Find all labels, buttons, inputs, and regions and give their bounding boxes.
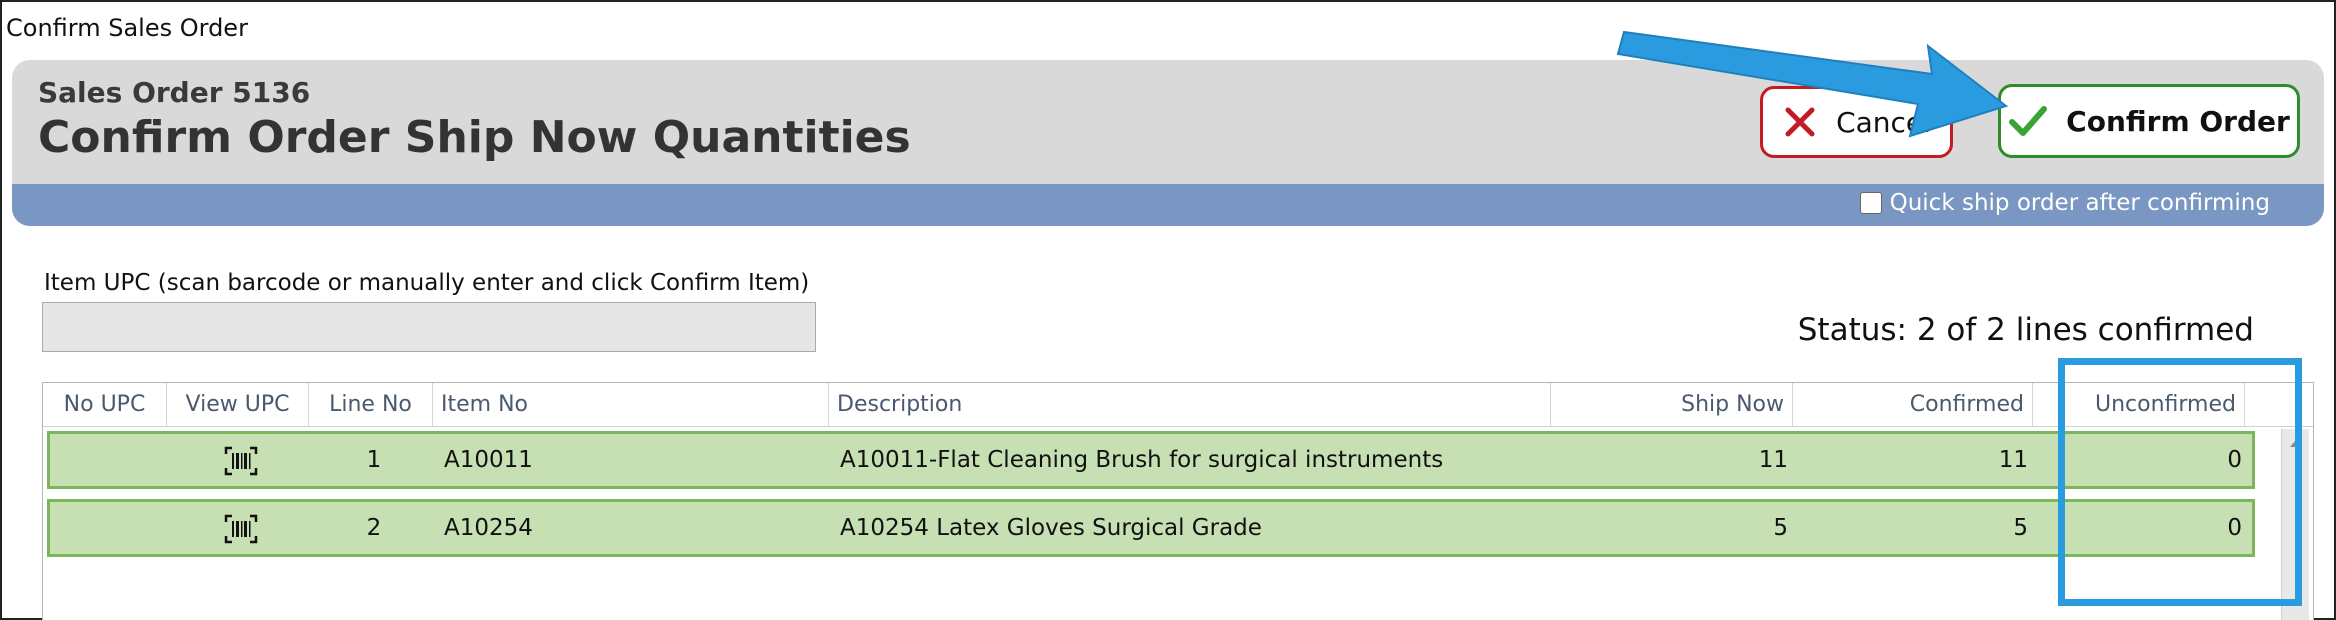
quick-ship-option[interactable]: Quick ship order after confirming bbox=[1859, 190, 2270, 216]
quick-ship-label: Quick ship order after confirming bbox=[1889, 190, 2270, 216]
x-icon bbox=[1785, 107, 1815, 137]
column-confirmed[interactable]: Confirmed bbox=[1793, 383, 2033, 427]
confirmed-cell: 11 bbox=[1998, 447, 2028, 473]
status-text: Status: 2 of 2 lines confirmed bbox=[1797, 312, 2254, 348]
upc-input[interactable] bbox=[42, 302, 816, 352]
column-no-upc[interactable]: No UPC bbox=[43, 383, 167, 427]
column-description[interactable]: Description bbox=[829, 383, 1551, 427]
view-upc-cell[interactable] bbox=[170, 434, 312, 486]
line-no-cell: 1 bbox=[366, 447, 382, 473]
dialog-window: Confirm Sales Order Sales Order 5136 Con… bbox=[0, 0, 2336, 620]
table-row[interactable]: 1 A10011 A10011-Flat Cleaning Brush for … bbox=[47, 431, 2255, 489]
description-cell: A10011-Flat Cleaning Brush for surgical … bbox=[840, 447, 1444, 473]
unconfirmed-highlight-annotation bbox=[2058, 358, 2302, 606]
barcode-icon[interactable] bbox=[224, 446, 258, 476]
upc-label: Item UPC (scan barcode or manually enter… bbox=[44, 270, 810, 296]
view-upc-cell[interactable] bbox=[170, 502, 312, 554]
options-bar: Quick ship order after confirming bbox=[12, 184, 2324, 226]
line-no-cell: 2 bbox=[366, 515, 382, 541]
column-view-upc[interactable]: View UPC bbox=[167, 383, 309, 427]
checkmark-icon bbox=[2009, 106, 2048, 136]
item-no-cell: A10011 bbox=[444, 447, 533, 473]
cancel-button[interactable]: Cancel bbox=[1760, 86, 1953, 158]
column-line-no[interactable]: Line No bbox=[309, 383, 433, 427]
header-panel: Sales Order 5136 Confirm Order Ship Now … bbox=[12, 60, 2324, 226]
item-no-cell: A10254 bbox=[444, 515, 533, 541]
column-item-no[interactable]: Item No bbox=[433, 383, 829, 427]
description-cell: A10254 Latex Gloves Surgical Grade bbox=[840, 515, 1262, 541]
confirm-label: Confirm Order bbox=[2066, 104, 2290, 138]
ship-now-cell[interactable]: 5 bbox=[1554, 502, 1796, 554]
page-title: Confirm Order Ship Now Quantities bbox=[38, 112, 911, 163]
ship-now-cell[interactable]: 11 bbox=[1554, 434, 1796, 486]
barcode-icon[interactable] bbox=[224, 514, 258, 544]
quick-ship-checkbox[interactable] bbox=[1859, 192, 1882, 214]
grid-header: No UPC View UPC Line No Item No Descript… bbox=[43, 383, 2313, 427]
confirmed-cell: 5 bbox=[2013, 515, 2028, 541]
cancel-label: Cancel bbox=[1836, 105, 1931, 139]
order-lines-grid: No UPC View UPC Line No Item No Descript… bbox=[42, 382, 2314, 620]
window-title: Confirm Sales Order bbox=[6, 14, 248, 42]
sales-order-number: Sales Order 5136 bbox=[38, 76, 311, 109]
column-ship-now[interactable]: Ship Now bbox=[1551, 383, 1793, 427]
table-row[interactable]: 2 A10254 A10254 Latex Gloves Surgical Gr… bbox=[47, 499, 2255, 557]
confirm-order-button[interactable]: Confirm Order bbox=[1998, 84, 2300, 158]
